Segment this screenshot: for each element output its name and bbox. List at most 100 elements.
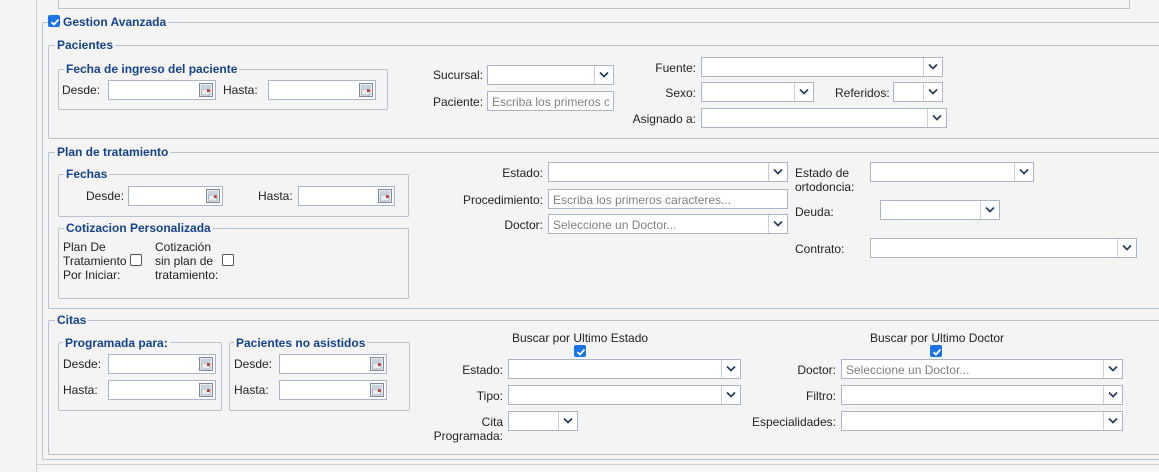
cotizacion-legend: Cotizacion Personalizada [64, 221, 213, 235]
chevron-down-icon[interactable] [923, 83, 942, 101]
calendar-icon[interactable] [359, 83, 373, 97]
calendar-icon[interactable] [206, 189, 220, 203]
no-asistidos-desde-input[interactable] [279, 354, 387, 374]
chevron-down-icon[interactable] [1103, 386, 1122, 404]
fecha-ingreso-legend: Fecha de ingreso del paciente [64, 62, 240, 76]
advanced-legend: Gestion Avanzada [61, 15, 169, 29]
plan-estado-select[interactable] [548, 162, 788, 182]
asignado-label: Asignado a: [632, 112, 696, 126]
especialidades-select[interactable] [841, 411, 1123, 431]
referidos-label: Referidos: [835, 86, 890, 100]
chevron-down-icon[interactable] [927, 109, 946, 127]
plan-iniciar-label-2: Tratamiento [63, 254, 127, 268]
chevron-down-icon[interactable] [1103, 412, 1122, 430]
deuda-label: Deuda: [795, 205, 834, 219]
fuente-label: Fuente: [655, 61, 696, 75]
sin-plan-label-3: tratamiento: [155, 268, 219, 282]
calendar-icon[interactable] [199, 383, 213, 397]
chevron-down-icon[interactable] [768, 163, 787, 181]
citas-estado-label: Estado: [462, 363, 503, 377]
chevron-down-icon[interactable] [1103, 360, 1122, 378]
chevron-down-icon[interactable] [721, 360, 740, 378]
referidos-select[interactable] [893, 82, 943, 102]
chevron-down-icon[interactable] [594, 66, 613, 84]
programada-desde-label: Desde: [63, 357, 102, 371]
pacientes-legend: Pacientes [55, 38, 116, 52]
fechas-legend: Fechas [64, 167, 110, 181]
calendar-icon[interactable] [199, 83, 213, 97]
calendar-icon[interactable] [199, 357, 213, 371]
plan-iniciar-checkbox[interactable] [130, 254, 142, 266]
sucursal-label: Sucursal: [433, 68, 484, 82]
citas-doctor-select[interactable]: Seleccione un Doctor... [841, 359, 1123, 379]
cita-programada-label-1: Cita [481, 415, 503, 429]
chevron-down-icon[interactable] [923, 58, 942, 76]
programada-desde-input[interactable] [108, 354, 216, 374]
filtro-select[interactable] [841, 385, 1123, 405]
paciente-label: Paciente: [433, 95, 484, 109]
tipo-select[interactable] [508, 385, 741, 405]
tipo-label: Tipo: [476, 389, 503, 403]
plan-hasta-label: Hasta: [258, 189, 293, 203]
sin-plan-label-1: Cotización [155, 240, 212, 254]
calendar-icon[interactable] [370, 383, 384, 397]
chevron-down-icon[interactable] [721, 386, 740, 404]
plan-hasta-input[interactable] [298, 186, 395, 206]
plan-iniciar-label-1: Plan De [63, 240, 106, 254]
sucursal-select[interactable] [487, 65, 614, 85]
sexo-label: Sexo: [665, 86, 696, 100]
citas-estado-select[interactable] [508, 359, 741, 379]
outer-panel-left-border [36, 0, 37, 472]
ultimo-doctor-label: Buscar por Ultimo Doctor [870, 331, 1005, 345]
ultimo-estado-label: Buscar por Ultimo Estado [512, 331, 649, 345]
citas-doctor-label: Doctor: [797, 363, 836, 377]
paciente-input[interactable]: Escriba los primeros ca [487, 91, 614, 111]
fecha-ingreso-hasta-label: Hasta: [223, 83, 258, 97]
advanced-checkbox[interactable] [48, 15, 60, 27]
no-asistidos-desde-label: Desde: [234, 357, 273, 371]
estado-ortodoncia-select[interactable] [870, 162, 1034, 182]
asignado-select[interactable] [701, 108, 947, 128]
programada-fieldset [58, 342, 222, 411]
no-asistidos-hasta-input[interactable] [279, 380, 387, 400]
contrato-select[interactable] [870, 238, 1137, 258]
plan-legend: Plan de tratamiento [55, 145, 171, 159]
procedimiento-input[interactable]: Escriba los primeros caracteres... [548, 189, 788, 209]
procedimiento-label: Procedimiento: [462, 193, 543, 207]
no-asistidos-fieldset [229, 342, 410, 411]
chevron-down-icon[interactable] [794, 83, 813, 101]
no-asistidos-legend: Pacientes no asistidos [234, 336, 368, 350]
programada-hasta-input[interactable] [108, 380, 216, 400]
cita-programada-select[interactable] [508, 411, 578, 431]
sin-plan-checkbox[interactable] [222, 254, 234, 266]
fecha-ingreso-desde-label: Desde: [62, 83, 101, 97]
citas-legend: Citas [55, 313, 89, 327]
cita-programada-label-2: Programada: [433, 429, 503, 443]
plan-estado-label: Estado: [502, 166, 543, 180]
contrato-label: Contrato: [795, 242, 845, 256]
plan-iniciar-label-3: Por Iniciar: [63, 268, 121, 282]
calendar-icon[interactable] [370, 357, 384, 371]
fuente-select[interactable] [701, 57, 943, 77]
ultimo-doctor-checkbox[interactable] [930, 345, 942, 357]
plan-desde-label: Desde: [86, 189, 125, 203]
plan-desde-input[interactable] [128, 186, 223, 206]
programada-legend: Programada para: [63, 336, 170, 350]
chevron-down-icon[interactable] [558, 412, 577, 430]
fecha-ingreso-desde-input[interactable] [108, 80, 216, 100]
sexo-select[interactable] [701, 82, 814, 102]
ultimo-estado-checkbox[interactable] [574, 345, 586, 357]
chevron-down-icon[interactable] [1014, 163, 1033, 181]
plan-doctor-label: Doctor: [504, 218, 543, 232]
chevron-down-icon[interactable] [980, 201, 999, 219]
programada-hasta-label: Hasta: [63, 383, 98, 397]
chevron-down-icon[interactable] [1117, 239, 1136, 257]
deuda-select[interactable] [880, 200, 1000, 220]
chevron-down-icon[interactable] [768, 215, 787, 233]
top-panel-edge [58, 0, 1130, 9]
calendar-icon[interactable] [378, 189, 392, 203]
especialidades-label: Especialidades: [751, 415, 836, 429]
fecha-ingreso-hasta-input[interactable] [268, 80, 376, 100]
plan-doctor-select[interactable]: Seleccione un Doctor... [548, 214, 788, 234]
estado-ortodoncia-label-1: Estado de [795, 166, 850, 180]
